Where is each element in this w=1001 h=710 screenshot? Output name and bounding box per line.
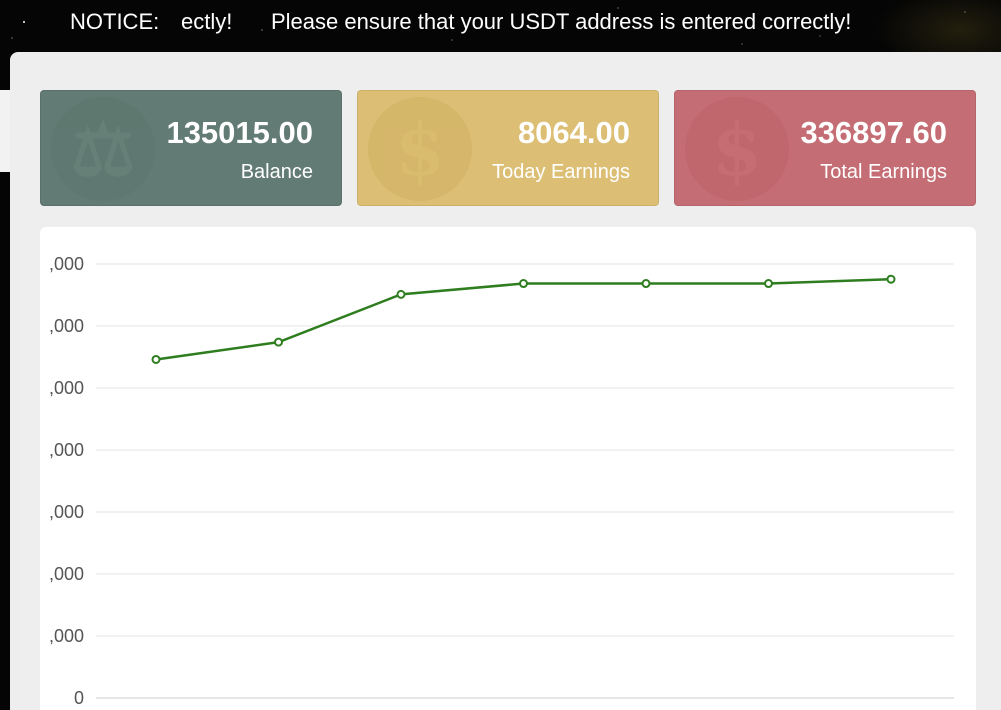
- y-tick-label: ,000: [49, 254, 84, 274]
- dollar-icon: $: [368, 97, 472, 201]
- total-earnings-value: 336897.60: [800, 115, 947, 150]
- dollar-icon: $: [685, 97, 789, 201]
- total-earnings-label: Total Earnings: [820, 161, 947, 183]
- total-earnings-card[interactable]: $ 336897.60 Total Earnings: [674, 90, 976, 206]
- y-tick-label: 0: [74, 688, 84, 708]
- notice-fragment: ectly!: [181, 9, 233, 34]
- y-tick-label: ,000: [49, 440, 84, 460]
- notice-message: Please ensure that your USDT address is …: [271, 9, 852, 34]
- balance-card[interactable]: ⚖ 135015.00 Balance: [40, 90, 342, 206]
- data-point[interactable]: [519, 279, 528, 289]
- series-line: [155, 277, 892, 361]
- balance-label: Balance: [240, 161, 313, 183]
- data-point[interactable]: [764, 279, 773, 289]
- line-chart-svg: ,000 ,000 ,000 ,000 ,000 ,000 ,000 0: [49, 254, 954, 708]
- data-point[interactable]: [641, 279, 651, 289]
- today-earnings-value: 8064.00: [517, 115, 630, 150]
- data-point[interactable]: [274, 337, 283, 347]
- y-tick-label: ,000: [49, 564, 84, 584]
- notice-label: NOTICE:: [70, 9, 160, 34]
- data-point[interactable]: [886, 274, 896, 284]
- notice-marquee: NOTICE: ectly! Please ensure that your U…: [0, 0, 1001, 44]
- earnings-chart: ,000 ,000 ,000 ,000 ,000 ,000 ,000 0: [40, 227, 976, 710]
- y-tick-label: ,000: [49, 316, 84, 336]
- data-point[interactable]: [396, 289, 406, 299]
- dashboard-panel: ⚖ 135015.00 Balance $ 8064.00 Today Earn…: [10, 52, 1001, 710]
- y-tick-label: ,000: [49, 502, 84, 522]
- y-tick-label: ,000: [49, 626, 84, 646]
- y-tick-label: ,000: [49, 378, 84, 398]
- balance-value: 135015.00: [166, 115, 313, 150]
- data-point[interactable]: [151, 354, 161, 364]
- today-earnings-card[interactable]: $ 8064.00 Today Earnings: [357, 90, 659, 206]
- scale-icon: ⚖: [51, 97, 155, 201]
- today-earnings-label: Today Earnings: [492, 161, 630, 183]
